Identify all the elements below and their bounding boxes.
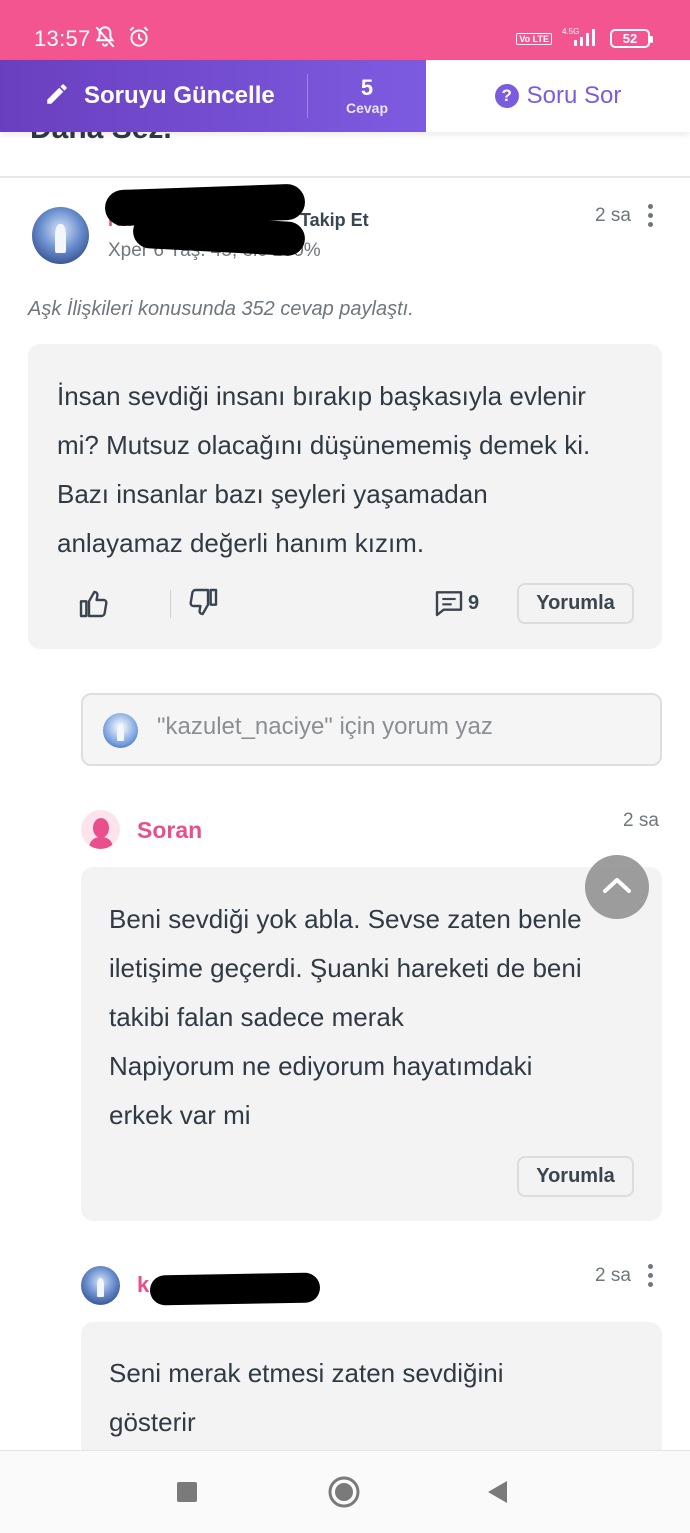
signal-icon: 4.5G <box>560 26 602 51</box>
update-question-label: Soruyu Güncelle <box>84 82 275 109</box>
reply-comment-line: Seni merak etmesi zaten sevdiğini <box>109 1358 504 1388</box>
ask-question-label: Soru Sor <box>526 82 622 109</box>
reply-comment-card: Seni merak etmesi zaten sevdiğini göster… <box>81 1322 662 1462</box>
reply-comment-line: gösterir <box>109 1407 196 1437</box>
answer-body-line: İnsan sevdiği insanı bırakıp başkasıyla … <box>57 381 586 411</box>
bell-off-icon <box>92 24 118 55</box>
question-mark-icon: ? <box>494 84 519 108</box>
answer-body-line: anlayamaz değerli hanım kızım. <box>57 528 425 558</box>
update-question-button[interactable]: Soruyu Güncelle 5 Cevap <box>0 60 426 132</box>
alarm-icon <box>126 24 152 55</box>
asker-comment-line: Napiyorum ne ediyorum hayatımdaki <box>109 1051 533 1081</box>
reply-time: 2 sa <box>595 1265 631 1286</box>
comments-icon[interactable] <box>433 588 465 623</box>
scroll-to-top-button[interactable] <box>585 855 649 919</box>
thumbs-up-icon[interactable] <box>77 588 109 625</box>
asker-comment-body: Beni sevdiği yok abla. Sevse zaten benle… <box>109 895 582 1140</box>
answers-count-label: Cevap <box>345 100 389 116</box>
comment-input-box[interactable] <box>81 693 662 766</box>
answer-body-line: mi? Mutsuz olacağını düşünememiş demek k… <box>57 430 591 460</box>
asker-name: Soran <box>137 817 203 843</box>
thumbs-down-icon[interactable] <box>188 586 220 623</box>
battery-icon: 52 <box>610 29 653 48</box>
asker-comment-card: Beni sevdiği yok abla. Sevse zaten benle… <box>81 867 662 1221</box>
vote-divider <box>170 590 171 618</box>
answers-count-number: 5 <box>360 75 374 100</box>
pencil-icon <box>44 81 70 112</box>
asker-avatar <box>81 810 120 849</box>
status-system-icons: Vo LTE 4.5G 52 <box>516 26 653 51</box>
answer-body-line: Bazı insanlar bazı şeyleri yaşamadan <box>57 479 488 509</box>
current-user-avatar <box>103 713 138 748</box>
asker-comment-time: 2 sa <box>623 810 659 831</box>
answer-card: İnsan sevdiği insanı bırakıp başkasıyla … <box>28 344 662 649</box>
volte-icon: Vo LTE <box>516 32 552 45</box>
status-time: 13:57 <box>34 26 91 51</box>
asker-comment-line: takibi falan sadece merak <box>109 1002 404 1032</box>
comment-input[interactable] <box>157 713 637 741</box>
back-icon[interactable] <box>485 1479 509 1510</box>
chevron-up-icon <box>601 875 633 900</box>
answers-count[interactable]: 5 Cevap <box>308 75 426 117</box>
asker-comment-line: Beni sevdiği yok abla. Sevse zaten benle <box>109 904 582 934</box>
status-notification-icons <box>92 24 152 55</box>
divider <box>0 176 690 178</box>
status-bar: 13:57 Vo LTE 4.5G 52 <box>0 0 690 60</box>
system-navigation-bar <box>0 1450 690 1533</box>
recent-apps-icon[interactable] <box>176 1481 198 1508</box>
answer-time: 2 sa <box>595 205 631 226</box>
follow-button[interactable]: Takip Et <box>300 210 369 231</box>
comment-button[interactable]: Yorumla <box>517 583 634 624</box>
reply-comment-body: Seni merak etmesi zaten sevdiğini göster… <box>109 1349 504 1447</box>
ask-question-button[interactable]: ? Soru Sor <box>426 60 690 132</box>
redaction-mark <box>149 1272 321 1306</box>
question-action-bar: Soruyu Güncelle 5 Cevap ? Soru Sor <box>0 60 690 132</box>
comment-button[interactable]: Yorumla <box>517 1156 634 1197</box>
asker-comment-line: iletişime geçerdi. Şuanki hareketi de be… <box>109 953 582 983</box>
more-options-icon[interactable] <box>648 1264 654 1287</box>
answer-author-avatar[interactable] <box>32 207 89 264</box>
home-icon[interactable] <box>327 1475 361 1514</box>
comment-count: 9 <box>468 592 480 614</box>
reply-author-name[interactable]: k <box>137 1272 149 1298</box>
answer-body: İnsan sevdiği insanı bırakıp başkasıyla … <box>57 372 590 568</box>
more-options-icon[interactable] <box>648 204 654 227</box>
asker-comment-line: erkek var mi <box>109 1100 251 1130</box>
reply-author-avatar[interactable] <box>81 1266 120 1305</box>
author-expertise: Aşk İlişkileri konusunda 352 cevap payla… <box>28 298 414 320</box>
network-type: 4.5G <box>562 27 579 36</box>
